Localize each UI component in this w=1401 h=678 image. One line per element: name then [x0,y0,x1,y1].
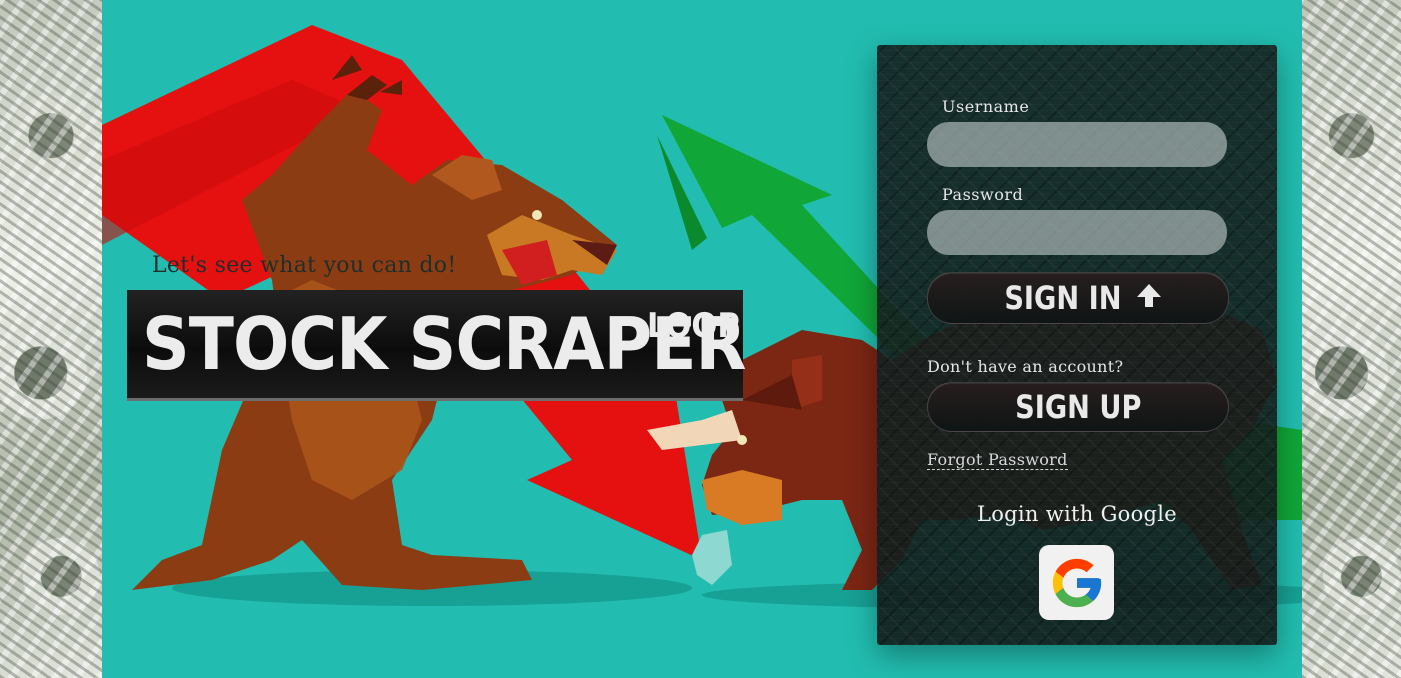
forgot-password-link[interactable]: Forgot Password [927,450,1068,470]
login-page: Let's see what you can do! STOCK SCRAPER… [0,0,1401,678]
hero-tagline: Let's see what you can do! [152,253,457,278]
sign-up-button[interactable]: SIGN UP [927,382,1229,432]
google-login-title: Login with Google [976,502,1178,526]
brand-superscript: LOOP [647,306,740,346]
password-label: Password [942,185,1024,204]
arrow-up-icon [1136,282,1162,315]
google-logo-icon [1052,558,1101,607]
no-account-text: Don't have an account? [927,357,1124,376]
sign-in-button[interactable]: SIGN IN [927,272,1229,324]
money-background-left [0,0,102,678]
username-input[interactable] [927,122,1227,167]
password-input[interactable] [927,210,1227,255]
google-login-button[interactable] [1039,545,1114,620]
sign-up-label: SIGN UP [1014,388,1142,426]
money-background-right [1302,0,1401,678]
username-label: Username [942,97,1030,116]
sign-in-label: SIGN IN [1004,279,1122,317]
brand-logo: STOCK SCRAPER LOOP [127,290,747,401]
login-panel: Username Password SIGN IN Don't have an … [877,45,1277,645]
